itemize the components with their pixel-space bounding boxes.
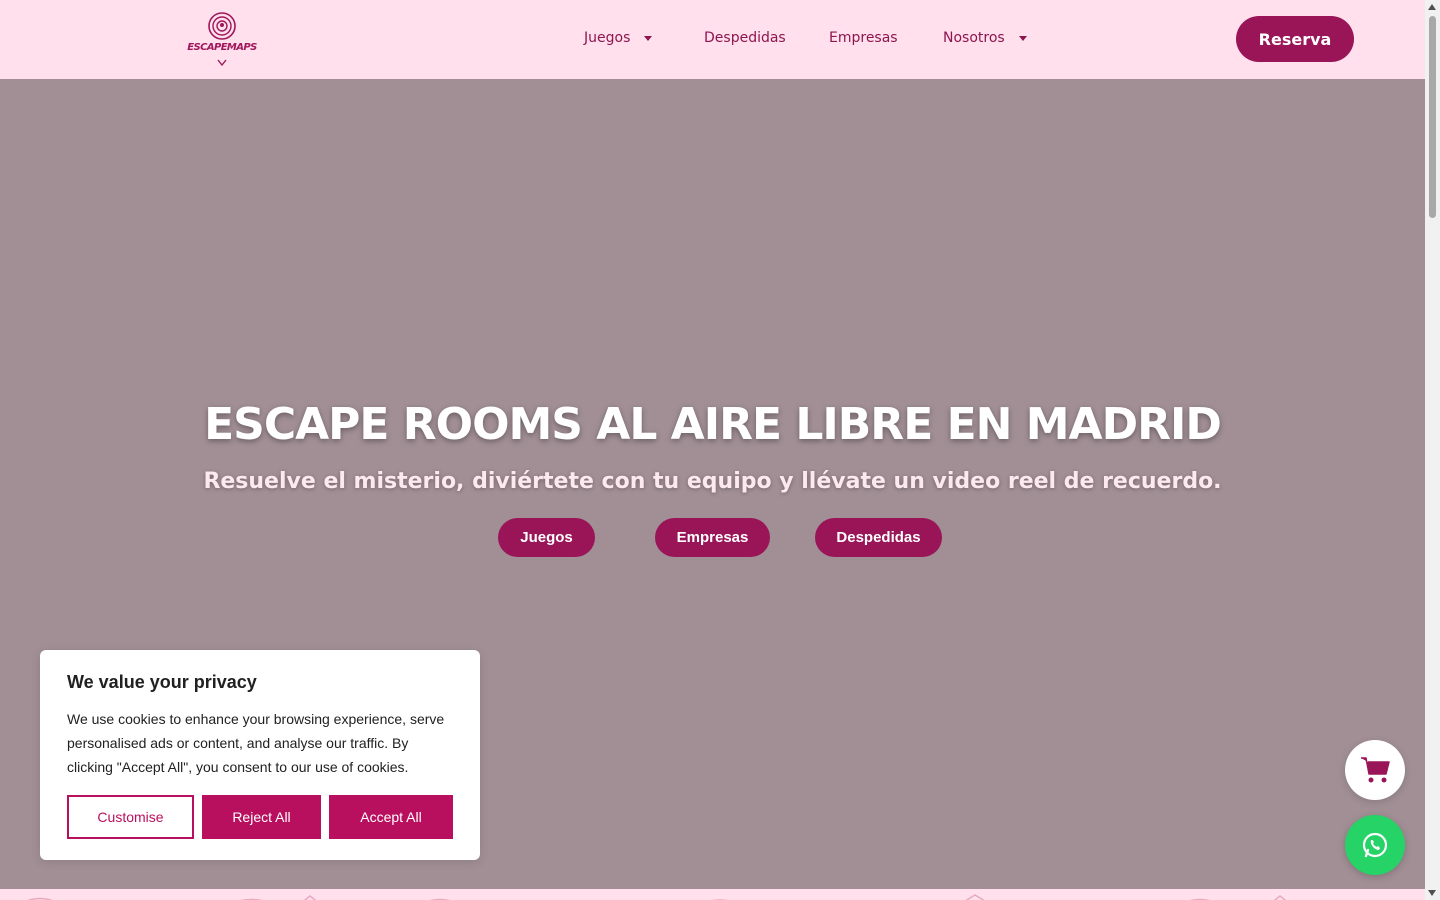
decorative-pattern [27, 894, 1287, 900]
cookie-consent-panel: We value your privacy We use cookies to … [40, 650, 480, 860]
nav-empresas[interactable]: Empresas [829, 30, 898, 46]
hero-subtitle: Resuelve el misterio, diviértete con tu … [203, 469, 1222, 494]
reject-all-button[interactable]: Reject All [202, 795, 321, 839]
whatsapp-icon [1362, 832, 1388, 858]
scroll-up-icon[interactable] [1428, 4, 1436, 10]
page-scrollbar[interactable] [1425, 0, 1440, 900]
accept-all-button[interactable]: Accept All [329, 795, 453, 839]
site-header: ESCAPEMAPS Juegos Despedidas Empresas No… [0, 0, 1425, 79]
nav-empresas-label: Empresas [829, 30, 898, 46]
caret-down-icon [1018, 35, 1027, 41]
hero-empresas-button[interactable]: Empresas [655, 518, 770, 557]
cart-icon [1361, 757, 1390, 783]
nav-despedidas-label: Despedidas [704, 30, 786, 46]
logo[interactable]: ESCAPEMAPS [183, 12, 261, 66]
hero-juegos-button[interactable]: Juegos [498, 518, 595, 557]
nav-juegos-label: Juegos [584, 30, 631, 46]
caret-down-icon [644, 35, 653, 41]
nav-despedidas[interactable]: Despedidas [704, 30, 786, 46]
nav-nosotros[interactable]: Nosotros [943, 30, 1027, 46]
cookie-title: We value your privacy [67, 672, 257, 692]
cookie-text: We use cookies to enhance your browsing … [67, 711, 445, 775]
logo-target-icon [208, 12, 236, 66]
scroll-down-icon[interactable] [1428, 890, 1436, 896]
nav-nosotros-label: Nosotros [943, 30, 1005, 46]
hero-title: ESCAPE ROOMS AL AIRE LIBRE EN MADRID [204, 399, 1222, 450]
nav-juegos[interactable]: Juegos [584, 30, 653, 46]
hero-despedidas-button[interactable]: Despedidas [815, 518, 942, 557]
scroll-thumb[interactable] [1429, 16, 1436, 218]
cart-button[interactable] [1345, 740, 1405, 800]
next-section-peek [0, 889, 1425, 900]
reserva-button[interactable]: Reserva [1236, 16, 1354, 62]
logo-text: ESCAPEMAPS [187, 42, 257, 53]
whatsapp-button[interactable] [1345, 815, 1405, 875]
customise-button[interactable]: Customise [67, 795, 194, 839]
